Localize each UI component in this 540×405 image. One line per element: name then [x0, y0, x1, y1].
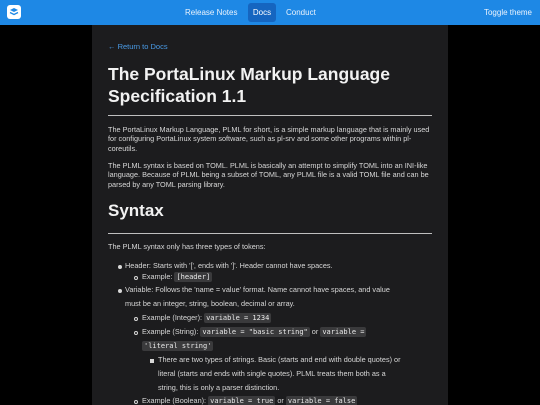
syntax-divider — [108, 233, 432, 234]
main-content: ← Return to Docs The PortaLinux Markup L… — [92, 25, 448, 405]
docs-logo-icon[interactable] — [6, 4, 22, 20]
syntax-intro: The PLML syntax only has three types of … — [108, 242, 266, 251]
code-basic-string: variable = "basic string" — [200, 327, 310, 337]
code-literal-string-b: 'literal string' — [142, 341, 214, 351]
code-header-example: [header] — [174, 272, 213, 282]
list-item-boolean-example: Example (Boolean): variable = true or va… — [142, 396, 358, 405]
list-item-header-example: Example: [header] — [142, 272, 213, 282]
list-item-string-example: Example (String): variable = "basic stri… — [142, 327, 367, 337]
string-note-line-1: There are two types of strings. Basic (s… — [158, 355, 401, 364]
bullet-disc — [118, 265, 122, 269]
syntax-heading: Syntax — [108, 201, 164, 220]
list-item-string-example-cont: 'literal string' — [142, 339, 214, 353]
bullet-circle — [134, 331, 138, 335]
list-item-variable-cont: must be an integer, string, boolean, dec… — [125, 299, 295, 308]
return-to-docs-link[interactable]: ← Return to Docs — [108, 42, 168, 51]
title-divider — [108, 115, 432, 116]
list-item-integer-example: Example (Integer): variable = 1234 — [142, 313, 272, 323]
bullet-square — [150, 359, 154, 363]
string-note-line-2: literal (starts and ends with single quo… — [158, 369, 386, 378]
bullet-circle — [134, 276, 138, 280]
string-note-line-3: string, this is only a parser distinctio… — [158, 383, 280, 392]
bullet-disc — [118, 289, 122, 293]
code-boolean-false: variable = false — [285, 396, 358, 405]
bullet-circle — [134, 317, 138, 321]
page-title: The PortaLinux Markup Language Specifica… — [108, 64, 390, 106]
intro-paragraph-2: The PLML syntax is based on TOML. PLML i… — [108, 161, 429, 189]
code-boolean-true: variable = true — [208, 396, 276, 405]
code-literal-string-a: variable = — [320, 327, 367, 337]
nav-link-docs[interactable]: Docs — [248, 3, 276, 22]
nav-link-conduct[interactable]: Conduct — [286, 8, 316, 17]
list-item-variable: Variable: Follows the 'name = value' for… — [125, 285, 390, 294]
bullet-circle — [134, 400, 138, 404]
nav-link-release-notes[interactable]: Release Notes — [185, 8, 237, 17]
top-navbar: Release Notes Docs Conduct Toggle theme — [0, 0, 540, 25]
code-integer-example: variable = 1234 — [204, 313, 272, 323]
toggle-theme-button[interactable]: Toggle theme — [484, 8, 532, 17]
intro-paragraph-1: The PortaLinux Markup Language, PLML for… — [108, 125, 430, 153]
